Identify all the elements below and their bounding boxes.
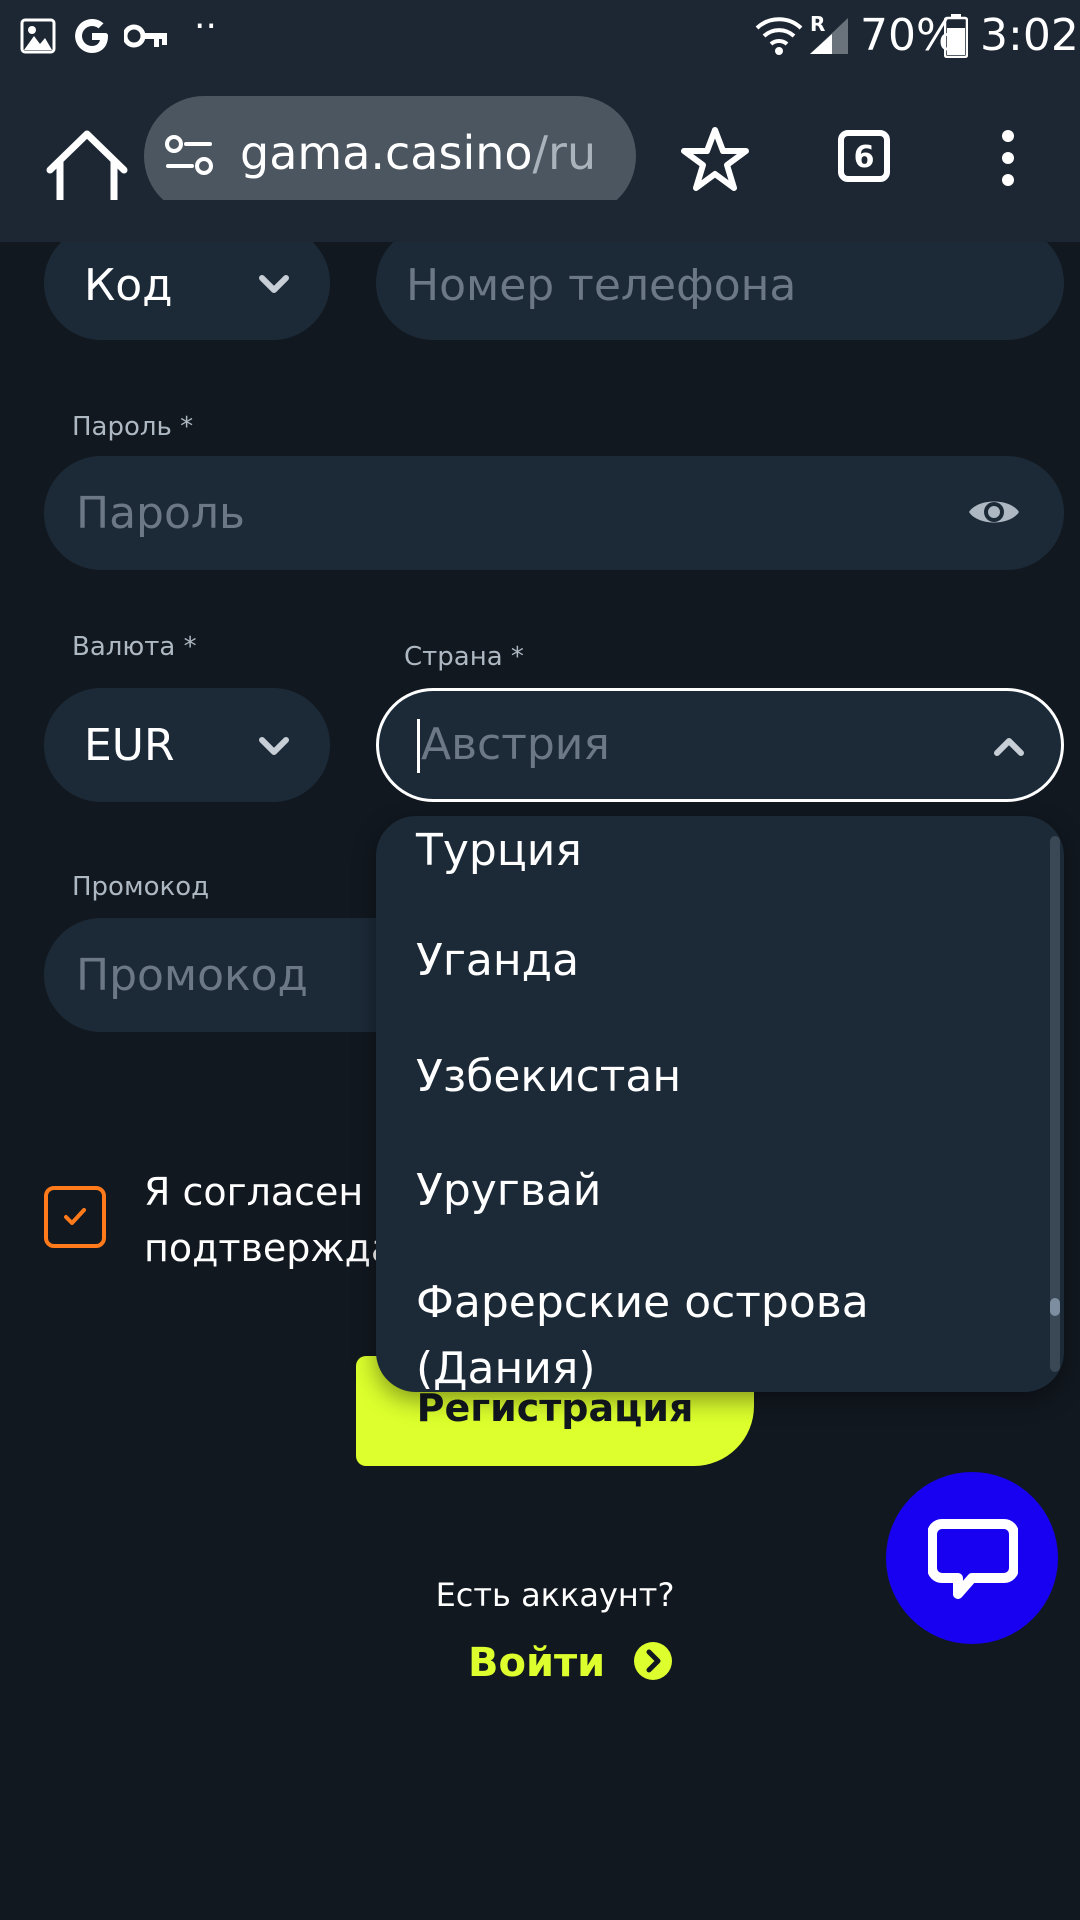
country-option[interactable]: Уганда bbox=[416, 928, 579, 994]
url-text[interactable]: gama.casino/ru bbox=[240, 126, 596, 180]
currency-value: EUR bbox=[84, 720, 175, 771]
country-option-continued[interactable]: (Дания) bbox=[416, 1336, 596, 1392]
country-option[interactable]: Уругвай bbox=[416, 1158, 601, 1224]
login-label: Войти bbox=[468, 1640, 606, 1686]
check-icon bbox=[64, 1208, 86, 1225]
status-bar: ·· R 70% 3:02 bbox=[0, 0, 1080, 75]
currency-select[interactable]: EUR bbox=[44, 688, 330, 802]
arrow-right-circle-icon bbox=[634, 1642, 673, 1680]
url-bar[interactable]: gama.casino/ru bbox=[144, 96, 636, 216]
key-icon bbox=[124, 24, 167, 48]
country-placeholder: Австрия bbox=[421, 719, 610, 770]
site-settings-icon[interactable] bbox=[164, 134, 214, 178]
promo-label: Промокод bbox=[72, 872, 210, 902]
agree-checkbox[interactable] bbox=[44, 1186, 106, 1248]
tab-count: 6 bbox=[853, 140, 875, 175]
menu-icon[interactable] bbox=[996, 128, 1020, 188]
country-label: Страна * bbox=[404, 642, 524, 672]
chrome-bottom bbox=[0, 200, 1080, 242]
wifi-icon bbox=[755, 17, 803, 55]
country-option[interactable]: Турция bbox=[416, 818, 582, 884]
dropdown-scrollbar[interactable] bbox=[1050, 836, 1060, 1372]
country-select[interactable]: Австрия bbox=[376, 688, 1064, 802]
password-placeholder: Пароль bbox=[76, 488, 245, 539]
star-icon[interactable] bbox=[680, 126, 750, 192]
clock: 3:02 bbox=[980, 10, 1079, 61]
google-icon bbox=[75, 19, 108, 53]
signal-icon bbox=[810, 18, 848, 54]
currency-label: Валюта * bbox=[72, 632, 197, 662]
phone-code-value: Код bbox=[84, 260, 173, 311]
password-label: Пароль * bbox=[72, 412, 194, 442]
agree-line1: Я согласен с bbox=[144, 1170, 397, 1214]
chevron-up-icon bbox=[994, 738, 1024, 756]
gallery-icon bbox=[20, 18, 56, 54]
text-cursor bbox=[417, 719, 420, 773]
password-input[interactable]: Пароль bbox=[44, 456, 1064, 570]
chevron-down-icon bbox=[259, 737, 289, 755]
status-dots: ·· bbox=[194, 6, 217, 47]
chat-button[interactable] bbox=[886, 1472, 1058, 1644]
country-option[interactable]: Узбекистан bbox=[416, 1044, 681, 1110]
agree-text: Я согласен с подтвержда bbox=[144, 1164, 396, 1276]
phone-code-select[interactable]: Код bbox=[44, 226, 330, 340]
chevron-down-icon bbox=[259, 275, 289, 293]
chat-icon bbox=[928, 1519, 1018, 1599]
url-path: /ru bbox=[532, 126, 597, 180]
agree-line2: подтвержда bbox=[144, 1226, 395, 1270]
country-dropdown[interactable]: Турция Уганда Узбекистан Уругвай Фарерск… bbox=[376, 816, 1064, 1392]
phone-number-placeholder: Номер телефона bbox=[406, 260, 797, 311]
eye-icon[interactable] bbox=[966, 492, 1022, 532]
url-domain: gama.casino bbox=[240, 126, 533, 180]
dropdown-scroll-thumb[interactable] bbox=[1050, 1298, 1060, 1316]
login-link[interactable]: Войти bbox=[468, 1640, 673, 1686]
country-option[interactable]: Фарерские острова bbox=[416, 1270, 869, 1336]
register-label: Регистрация bbox=[416, 1386, 694, 1430]
phone-number-input[interactable]: Номер телефона bbox=[376, 226, 1064, 340]
battery-icon bbox=[944, 14, 968, 58]
promo-placeholder: Промокод bbox=[76, 950, 308, 1001]
tabs-button[interactable]: 6 bbox=[838, 130, 890, 182]
